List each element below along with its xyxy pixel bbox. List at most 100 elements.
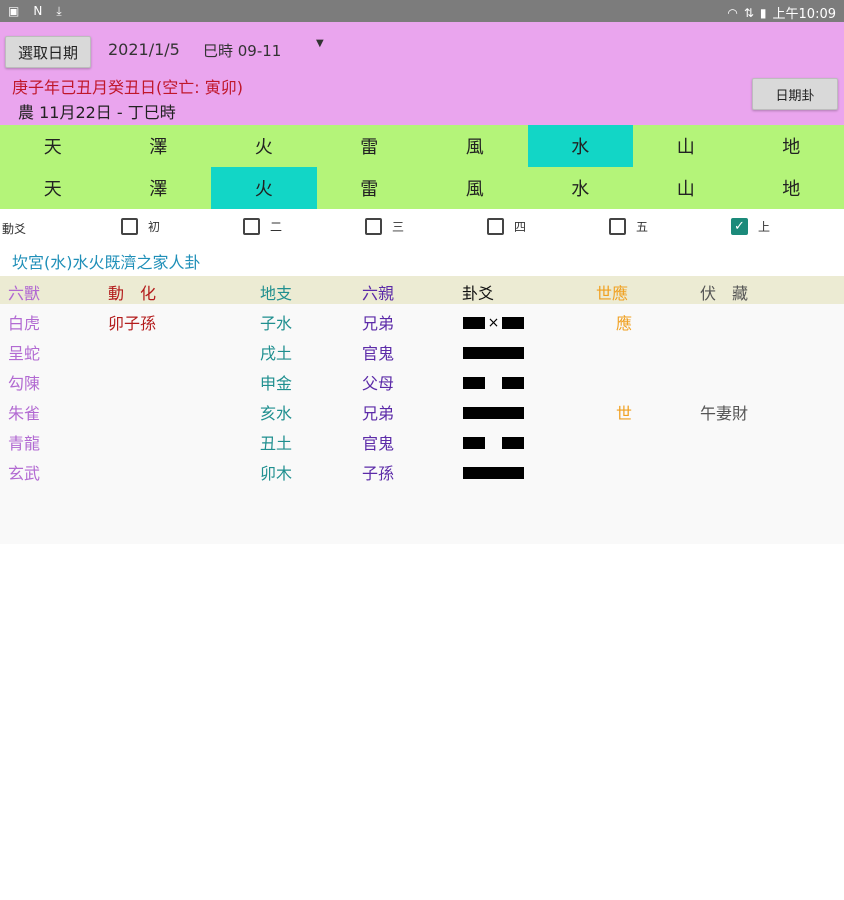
download-icon: ⤓ bbox=[56, 4, 62, 18]
header-relation: 六親 bbox=[362, 284, 395, 303]
branch-cell: 亥水 bbox=[260, 404, 293, 423]
header-branch: 地支 bbox=[260, 284, 293, 303]
upper-trigram-feng[interactable]: 風 bbox=[422, 125, 528, 167]
upper-trigram-tian[interactable]: 天 bbox=[0, 125, 106, 167]
data-transfer-icon: ⇅ bbox=[743, 5, 754, 20]
checkbox-label: 三 bbox=[392, 220, 405, 234]
upper-trigram-di[interactable]: 地 bbox=[739, 125, 844, 167]
moving-line-checkbox-5[interactable]: 五 bbox=[609, 218, 648, 235]
relation-cell: 父母 bbox=[362, 374, 395, 393]
lower-trigram-huo[interactable]: 火 bbox=[211, 167, 317, 209]
branch-cell: 戌土 bbox=[260, 344, 293, 363]
image-icon: ▣ bbox=[8, 4, 20, 18]
moving-yin-line: × bbox=[463, 315, 524, 331]
branch-cell: 申金 bbox=[260, 374, 293, 393]
move-cell: 卯子孫 bbox=[108, 314, 157, 333]
upper-trigram-shui[interactable]: 水 bbox=[527, 125, 633, 167]
battery-icon: ▮ bbox=[759, 5, 767, 20]
time-slot-select[interactable]: 巳時 09-11 bbox=[203, 40, 281, 61]
select-date-button[interactable]: 選取日期 bbox=[5, 36, 91, 68]
beast-cell: 玄武 bbox=[8, 464, 41, 483]
header-line: 卦爻 bbox=[462, 284, 495, 303]
shi-ying-cell: 應 bbox=[616, 314, 633, 333]
ganzhi-text: 庚子年己丑月癸丑日(空亡: 寅卯) bbox=[12, 78, 243, 97]
table-row: 白虎 卯子孫 子水 兄弟 × 應 bbox=[0, 310, 844, 340]
table-header: 六獸 動 化 地支 六親 卦爻 世應 伏 藏 bbox=[0, 276, 844, 304]
checkbox-label: 五 bbox=[636, 220, 649, 234]
lower-trigram-feng[interactable]: 風 bbox=[422, 167, 528, 209]
upper-trigram-huo[interactable]: 火 bbox=[211, 125, 317, 167]
header-panel: 選取日期 2021/1/5 巳時 09-11 ▼ 庚子年己丑月癸丑日(空亡: 寅… bbox=[0, 22, 844, 125]
yin-segment bbox=[463, 317, 485, 329]
beast-cell: 青龍 bbox=[8, 434, 41, 453]
upper-trigram-lei[interactable]: 雷 bbox=[317, 125, 423, 167]
lower-trigram-shan[interactable]: 山 bbox=[633, 167, 739, 209]
yin-line bbox=[463, 377, 524, 389]
checkbox-label: 初 bbox=[148, 220, 161, 234]
table-row: 朱雀 亥水 兄弟 世 午妻財 bbox=[0, 400, 844, 430]
moving-mark: × bbox=[487, 315, 500, 331]
relation-cell: 子孫 bbox=[362, 464, 395, 483]
table-row: 勾陳 申金 父母 bbox=[0, 370, 844, 400]
moving-line-checkbox-3[interactable]: 三 bbox=[365, 218, 404, 235]
yang-line bbox=[463, 467, 524, 479]
moving-line-checkbox-4[interactable]: 四 bbox=[487, 218, 526, 235]
hexagram-table: 白虎 卯子孫 子水 兄弟 × 應 呈蛇 戌土 官鬼 勾陳 申金 父母 朱雀 亥水 bbox=[0, 304, 844, 544]
lower-trigram-tian[interactable]: 天 bbox=[0, 167, 106, 209]
wifi-icon: ◠ bbox=[727, 5, 738, 20]
beast-cell: 白虎 bbox=[8, 314, 41, 333]
status-bar: ▣ N ⤓ ◠ ⇅ ▮ 上午10:09 bbox=[0, 0, 844, 22]
checkbox-icon[interactable] bbox=[121, 218, 138, 235]
hexagram-title: 坎宮(水)水火既濟之家人卦 bbox=[12, 253, 201, 272]
beast-cell: 朱雀 bbox=[8, 404, 41, 423]
relation-cell: 兄弟 bbox=[362, 314, 395, 333]
header-fu: 伏 藏 bbox=[700, 284, 749, 303]
moving-lines-label: 動爻 bbox=[2, 222, 27, 236]
lower-trigram-row: 天 澤 火 雷 風 水 山 地 bbox=[0, 167, 844, 209]
upper-trigram-shan[interactable]: 山 bbox=[633, 125, 739, 167]
branch-cell: 子水 bbox=[260, 314, 293, 333]
upper-trigram-ze[interactable]: 澤 bbox=[106, 125, 212, 167]
checkbox-icon[interactable] bbox=[487, 218, 504, 235]
moving-line-checkbox-1[interactable]: 初 bbox=[121, 218, 160, 235]
table-row: 玄武 卯木 子孫 bbox=[0, 460, 844, 490]
branch-cell: 丑土 bbox=[260, 434, 293, 453]
checkbox-label: 上 bbox=[758, 220, 771, 234]
date-display[interactable]: 2021/1/5 bbox=[108, 40, 180, 59]
yin-segment bbox=[501, 317, 524, 329]
table-row: 呈蛇 戌土 官鬼 bbox=[0, 340, 844, 370]
lower-trigram-shui[interactable]: 水 bbox=[528, 167, 634, 209]
header-move: 動 化 bbox=[108, 284, 157, 303]
upper-trigram-row: 天 澤 火 雷 風 水 山 地 bbox=[0, 125, 844, 167]
table-row: 青龍 丑土 官鬼 bbox=[0, 430, 844, 460]
header-beast: 六獸 bbox=[8, 284, 41, 303]
moving-line-checkbox-2[interactable]: 二 bbox=[243, 218, 282, 235]
date-gua-button[interactable]: 日期卦 bbox=[752, 78, 838, 110]
beast-cell: 勾陳 bbox=[8, 374, 41, 393]
status-time: 上午10:09 bbox=[772, 7, 836, 22]
n-icon: N bbox=[33, 4, 43, 18]
moving-lines-row: 動爻 初 二 三 四 五 ✓ 上 bbox=[0, 209, 844, 245]
header-shi-ying: 世應 bbox=[596, 284, 629, 303]
trigram-selector: 天 澤 火 雷 風 水 山 地 天 澤 火 雷 風 水 山 地 bbox=[0, 125, 844, 209]
checkbox-icon[interactable] bbox=[243, 218, 260, 235]
relation-cell: 官鬼 bbox=[362, 434, 395, 453]
lower-trigram-ze[interactable]: 澤 bbox=[106, 167, 212, 209]
checkbox-icon[interactable] bbox=[609, 218, 626, 235]
relation-cell: 兄弟 bbox=[362, 404, 395, 423]
chevron-down-icon[interactable]: ▼ bbox=[316, 38, 324, 49]
lower-trigram-di[interactable]: 地 bbox=[739, 167, 844, 209]
status-right: ◠ ⇅ ▮ 上午10:09 bbox=[727, 3, 836, 23]
status-left: ▣ N ⤓ bbox=[8, 3, 62, 19]
lower-trigram-lei[interactable]: 雷 bbox=[317, 167, 423, 209]
checkbox-label: 四 bbox=[514, 220, 527, 234]
branch-cell: 卯木 bbox=[260, 464, 293, 483]
yang-line bbox=[463, 407, 524, 419]
relation-cell: 官鬼 bbox=[362, 344, 395, 363]
yang-line bbox=[463, 347, 524, 359]
moving-line-checkbox-6[interactable]: ✓ 上 bbox=[731, 218, 770, 235]
checkbox-label: 二 bbox=[270, 220, 283, 234]
checkbox-icon[interactable] bbox=[365, 218, 382, 235]
lunar-date-text: 農 11月22日 - 丁巳時 bbox=[18, 103, 176, 122]
checkmark-icon[interactable]: ✓ bbox=[731, 218, 748, 235]
